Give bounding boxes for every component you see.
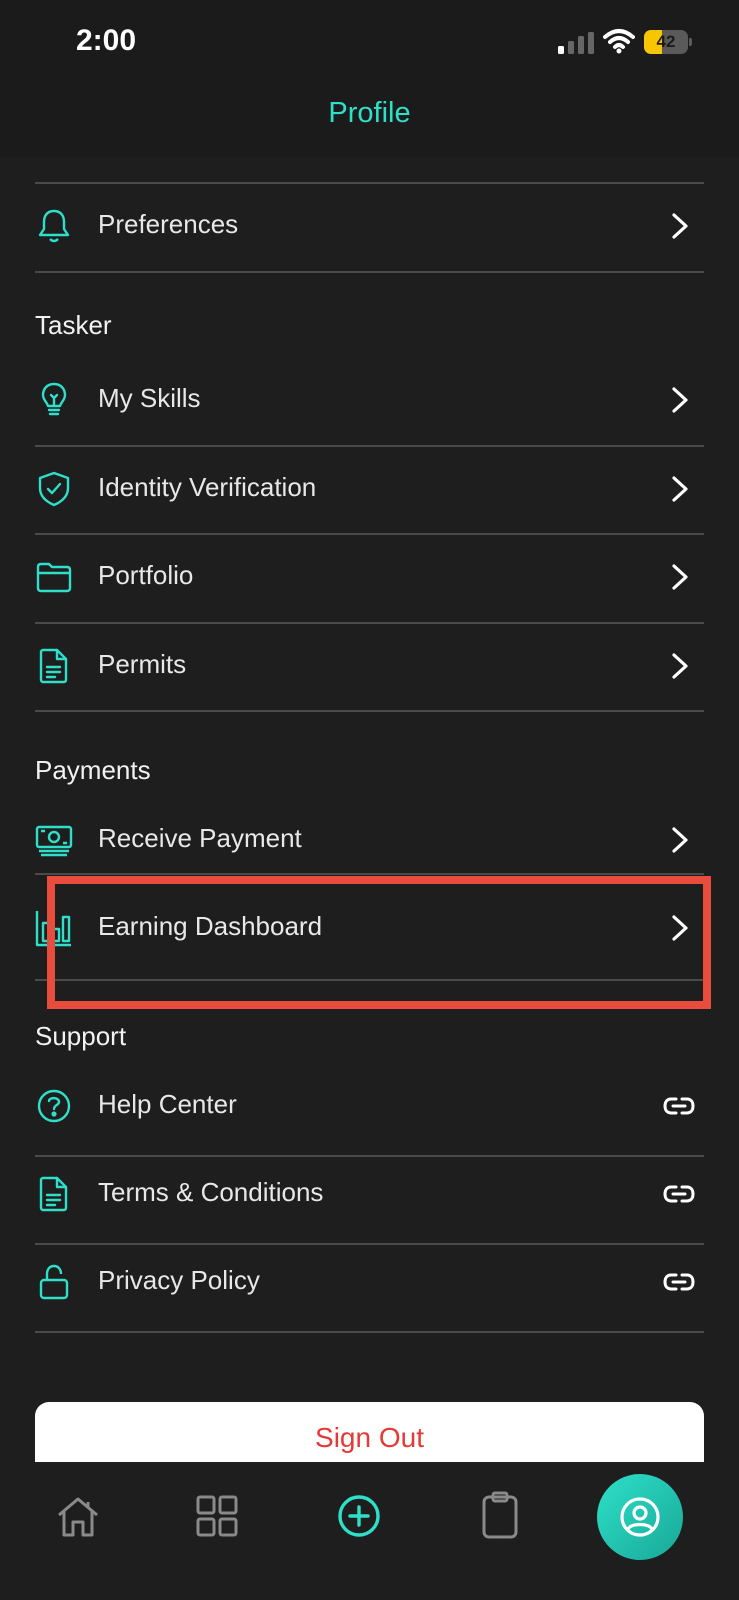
menu-item-my-skills[interactable]: My Skills <box>35 357 704 445</box>
menu-item-help-center[interactable]: Help Center <box>35 1063 704 1151</box>
menu-item-label: My Skills <box>98 383 201 413</box>
menu-item-label: Portfolio <box>98 560 194 590</box>
page-title: Profile <box>328 97 411 129</box>
divider <box>35 1331 704 1333</box>
document-icon <box>39 648 68 684</box>
profile-icon <box>620 1497 660 1537</box>
sign-out-button[interactable]: Sign Out <box>35 1402 704 1462</box>
plus-circle-icon[interactable] <box>336 1493 382 1539</box>
menu-item-label: Receive Payment <box>98 823 302 853</box>
lock-icon <box>39 1264 69 1300</box>
chevron-right-icon <box>672 653 688 679</box>
menu-item-label: Permits <box>98 649 187 679</box>
folder-icon <box>36 562 72 593</box>
status-bar: 2:00 42 <box>0 0 739 85</box>
battery-body: 42 <box>644 30 688 54</box>
question-circle-icon <box>37 1089 71 1123</box>
menu-item-portfolio[interactable]: Portfolio <box>35 534 704 622</box>
menu-item-privacy-policy[interactable]: Privacy Policy <box>35 1239 704 1327</box>
chevron-right-icon <box>672 387 688 413</box>
shield-check-icon <box>38 471 70 507</box>
grid-icon[interactable] <box>195 1494 239 1538</box>
cellular-signal-icon <box>558 32 594 54</box>
section-title-support: Support <box>35 1021 127 1051</box>
link-icon <box>663 1273 695 1291</box>
battery-icon: 42 <box>644 30 692 54</box>
battery-tip <box>689 38 692 46</box>
menu-item-label: Terms & Conditions <box>98 1177 324 1207</box>
profile-menu-list[interactable]: Preferences Tasker My Skills Identity Ve… <box>0 157 739 1462</box>
divider <box>35 271 704 273</box>
highlight-annotation-box <box>47 876 711 1009</box>
cash-icon <box>35 825 73 857</box>
profile-tab-button[interactable] <box>597 1474 683 1560</box>
menu-item-receive-payment[interactable]: Receive Payment <box>35 797 704 885</box>
partial-icon <box>40 157 70 159</box>
chevron-right-icon <box>672 213 688 239</box>
sign-out-label: Sign Out <box>315 1422 424 1453</box>
home-icon[interactable] <box>55 1494 101 1540</box>
section-title-tasker: Tasker <box>35 310 112 340</box>
battery-level: 42 <box>656 32 676 51</box>
menu-item-preferences[interactable]: Preferences <box>35 183 704 271</box>
status-time: 2:00 <box>76 24 137 57</box>
divider <box>35 710 704 712</box>
document-icon <box>39 1176 68 1212</box>
lightbulb-icon <box>41 382 67 416</box>
menu-item-label: Privacy Policy <box>98 1265 260 1295</box>
chevron-right-icon <box>672 827 688 853</box>
header: Profile <box>0 85 739 157</box>
link-icon <box>663 1185 695 1203</box>
wifi-icon <box>603 29 635 54</box>
bell-icon <box>38 209 70 243</box>
menu-item-terms-conditions[interactable]: Terms & Conditions <box>35 1151 704 1239</box>
menu-item-label: Help Center <box>98 1089 237 1119</box>
chevron-right-icon <box>672 476 688 502</box>
menu-item-label: Identity Verification <box>98 472 317 502</box>
divider <box>35 873 704 875</box>
menu-item-identity-verification[interactable]: Identity Verification <box>35 446 704 534</box>
section-title-payments: Payments <box>35 755 151 785</box>
chevron-right-icon <box>672 564 688 590</box>
bottom-nav <box>0 1462 739 1600</box>
link-icon <box>663 1097 695 1115</box>
menu-item-label: Preferences <box>98 209 239 239</box>
menu-item-permits[interactable]: Permits <box>35 623 704 711</box>
clipboard-icon[interactable] <box>480 1490 520 1540</box>
